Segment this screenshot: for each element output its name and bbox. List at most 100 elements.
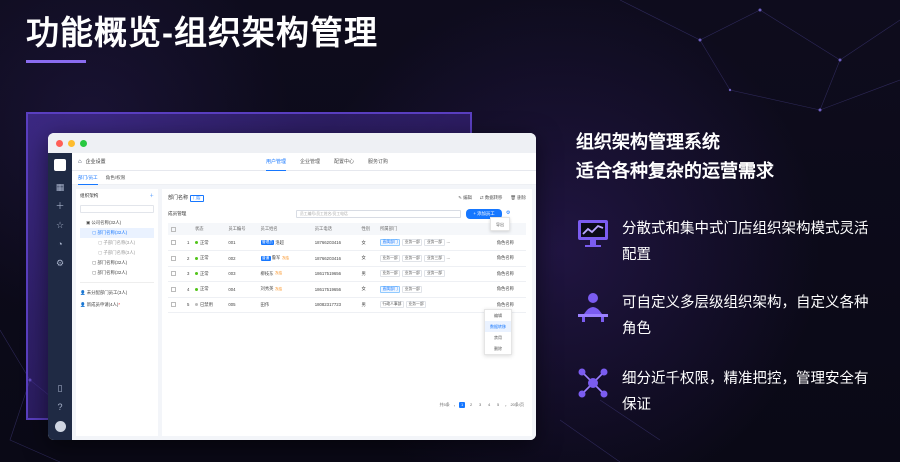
maximize-dot[interactable]	[80, 139, 87, 147]
phone-icon[interactable]: ▯	[55, 383, 65, 393]
row-index: 4	[184, 281, 192, 298]
role: 角色名称	[493, 266, 526, 282]
feature-item: 细分近千权限，精准把控，管理安全有保证	[576, 366, 876, 418]
row-transfer-item[interactable]: 数据转移	[485, 321, 511, 332]
employee-no: 004	[225, 281, 258, 298]
tab-config-center[interactable]: 配置中心	[334, 153, 354, 171]
bell-icon[interactable]: ◔	[55, 239, 65, 249]
page-number[interactable]: 4	[486, 402, 492, 408]
employee-phone: 18082317723	[311, 297, 359, 313]
row-checkbox[interactable]	[171, 255, 176, 261]
table-row[interactable]: 5 已禁用 005 田伟 18082317723 男行政人事部 业务一部 角色名称	[168, 297, 526, 313]
row-index: 1	[184, 235, 192, 251]
table-row[interactable]: 2 正常 002 普通 鲁军 冻结 18766203416 女业务一部 业务一部 业务三部... 角…	[168, 250, 526, 267]
tree-node-label: 子部门名称(3人)	[103, 250, 136, 255]
employee-no: 003	[225, 266, 258, 282]
status-cell: 正常	[192, 266, 226, 282]
dept-chip: 业务一部	[379, 270, 401, 278]
table-row[interactable]: 1 正常 001 管理员 洛超 18766203416 女直属部门 业务一部 业务一部... 角色…	[168, 235, 526, 251]
minimize-dot[interactable]	[68, 139, 75, 147]
column-settings-icon[interactable]: ⚙	[506, 210, 510, 216]
tree-node[interactable]: ▢ 子部门名称(3人)	[80, 248, 154, 258]
close-dot[interactable]	[56, 139, 63, 147]
table-row[interactable]: 4 正常 004 刘秀英 冻结 18617519656 女直属部门 业务一部 角色名称	[168, 281, 526, 298]
col-employee-name: 员工姓名	[257, 223, 312, 235]
tree-node[interactable]: ▣ 公司名称(32人)	[80, 218, 154, 228]
departments-cell: 直属部门 业务一部 业务一部...	[376, 235, 494, 251]
status-dot-icon	[195, 272, 198, 276]
dept-chip: 业务一部	[424, 270, 445, 278]
row-checkbox[interactable]	[171, 302, 176, 308]
table-row[interactable]: 3 正常 003 柳枝东 冻结 18617519656 男业务一部 业务一部 业务一部 角色名称	[168, 266, 526, 282]
org-tree-header: 组织架构 ＋	[80, 193, 154, 199]
next-page-icon[interactable]: ›	[505, 403, 506, 408]
tree-node[interactable]: ▢ 子部门名称(3人)	[80, 238, 154, 248]
page-number[interactable]: 5	[495, 402, 501, 408]
gender: 女	[358, 281, 377, 298]
new-member-requests[interactable]: 👤 新成员申请(4人)*	[80, 299, 154, 311]
org-tree-title: 组织架构	[80, 193, 99, 198]
member-search-input[interactable]: 员工编号/员工姓名/员工电话	[296, 210, 461, 218]
delete-button[interactable]: 🗑 删除	[510, 195, 526, 201]
grid-icon[interactable]: ▦	[55, 182, 65, 192]
subtab-departments[interactable]: 部门/员工	[78, 171, 98, 185]
plus-icon[interactable]: ＋	[55, 201, 65, 211]
more-depts[interactable]: ...	[447, 239, 451, 244]
employee-no: 005	[225, 297, 258, 313]
avatar[interactable]	[54, 421, 66, 432]
unassigned-members[interactable]: 👤 未分配部门员工(3人)	[80, 287, 154, 299]
gender: 男	[358, 266, 377, 282]
page-number[interactable]: 1	[459, 402, 466, 408]
tree-node-label: 部门名称(32人)	[97, 270, 128, 275]
frozen-tag: 冻结	[281, 255, 289, 260]
dept-chip: 业务一部	[402, 239, 423, 246]
tab-user-management[interactable]: 用户管理	[266, 153, 287, 171]
role: 角色名称	[493, 235, 526, 251]
prev-page-icon[interactable]: ‹	[454, 403, 455, 408]
dept-chip: 业务三部	[424, 254, 445, 262]
row-edit-item[interactable]: 编辑	[485, 310, 511, 321]
role-badge: 普通	[260, 255, 271, 261]
more-depts[interactable]: ...	[447, 255, 451, 260]
tree-node[interactable]: ▢ 部门名称(32人)	[80, 228, 154, 238]
dept-type-tag: 门店	[190, 195, 204, 202]
row-checkbox[interactable]	[171, 286, 176, 292]
row-disable-item[interactable]: 禁用	[485, 332, 511, 343]
status-dot-icon	[195, 256, 198, 260]
dept-chip: 业务一部	[402, 254, 423, 262]
subtab-roles[interactable]: 角色/权限	[106, 171, 126, 185]
departments-cell: 业务一部 业务一部 业务三部...	[376, 250, 494, 267]
star-icon[interactable]: ☆	[55, 220, 65, 230]
member-management-label: 成员管理	[168, 211, 187, 216]
employee-name-cell: 普通 鲁军 冻结	[257, 250, 312, 267]
row-delete-item[interactable]: 删除	[485, 343, 511, 354]
tree-node[interactable]: ▢ 部门名称(32人)	[80, 268, 154, 278]
tab-enterprise-management[interactable]: 企业管理	[300, 153, 320, 171]
dept-chip: 业务一部	[405, 301, 427, 309]
tree-node[interactable]: ▢ 部门名称(32人)	[80, 258, 154, 268]
col-gender: 性别	[358, 223, 377, 235]
app-name: 企业设置	[85, 159, 106, 165]
select-all-checkbox[interactable]	[171, 226, 176, 232]
export-menu-item[interactable]: 导出	[490, 217, 510, 231]
tree-search-input[interactable]	[80, 205, 154, 213]
data-transfer-button[interactable]: ⇄ 数据转移	[480, 195, 502, 201]
frozen-tag: 冻结	[274, 286, 283, 291]
page-number[interactable]: 3	[477, 402, 483, 408]
edit-button[interactable]: ✎ 编辑	[458, 195, 472, 201]
row-checkbox[interactable]	[171, 240, 176, 246]
logo-icon	[54, 159, 66, 171]
row-index: 3	[184, 266, 192, 282]
tab-service-subscription[interactable]: 服务订购	[368, 153, 388, 171]
person-add-icon: 👤	[80, 302, 87, 307]
add-node-icon[interactable]: ＋	[149, 193, 154, 199]
home-icon[interactable]: ⌂	[78, 159, 82, 165]
headline-line-2: 适合各种复杂的运营需求	[576, 161, 774, 181]
settings-icon[interactable]: ⚙	[55, 258, 65, 268]
row-checkbox[interactable]	[171, 271, 176, 277]
org-tree: 组织架构 ＋ ▣ 公司名称(32人) ▢ 部门名称(32人) ▢ 子部门名称(3人)…	[76, 189, 158, 436]
page-size-select[interactable]: 20条/页	[510, 402, 524, 408]
help-icon[interactable]: ?	[55, 402, 65, 412]
status-cell: 已禁用	[192, 297, 226, 313]
page-number[interactable]: 2	[468, 402, 474, 408]
